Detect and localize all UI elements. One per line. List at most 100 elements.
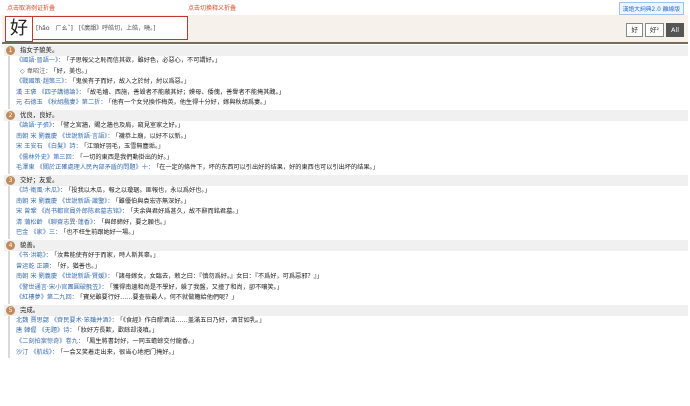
example-source[interactable]: 《戰國策·趙策三》： xyxy=(16,78,71,85)
example-line: 元 石德玉 《秋胡戲妻》第二折： 「他有一个女兒換作梅英，他生得十分好，嫁與秋胡爲… xyxy=(8,98,688,109)
example-source[interactable]: ◇ 韋昭注： xyxy=(20,68,51,75)
example-line: 《儒林外史》第三回： 「一切的東西是我們動掛出的好。」 xyxy=(8,152,688,164)
example-quote: 「一会又笑着走出来，很当心地把门掩好。」 xyxy=(60,348,178,356)
example-quote: 「他有一个女兒換作梅英，他生得十分好，嫁與秋胡爲妻。」 xyxy=(108,99,270,107)
dictionary-version-link[interactable]: 漢語大詞典2.0 離線版 xyxy=(618,2,684,15)
example-source[interactable]: 南朝 宋 劉義慶 《世說新語·識鑒》： xyxy=(16,198,114,205)
example-quote: 「諸母嫁女，女臨去，敕之曰：『慎勿爲好。』女曰：『不爲好，可爲惡邪？』」 xyxy=(115,273,323,281)
example-line: 《國語·晉語一》： 「子思報父之恥而信其欲，雖好色，必惡心，不可謂好。」 xyxy=(8,56,688,67)
sense-definition: 完成。 xyxy=(20,305,40,314)
example-source[interactable]: 毛澤東 《關於正確處理人民內部矛盾的問題》十： xyxy=(16,164,154,171)
example-source[interactable]: 漢 王褒 《四子講德論》： xyxy=(16,89,85,96)
example-source[interactable]: 《國語·晉語一》： xyxy=(16,57,64,64)
sense-definition: 优良，良好。 xyxy=(20,110,59,119)
example-line: 毛澤東 《關於正確處理人民內部矛盾的問題》十： 「在一定的條件下，坏的东西可以引出… xyxy=(8,163,688,174)
example-line: ◇ 韋昭注： 「好，美也。」 xyxy=(8,66,688,78)
example-line: 《二刻拍案惊奇》卷九： 「鳳生將書封好，一同玉蟾蜍交付龍香。」 xyxy=(8,337,688,348)
sense-definition: 指女子貌美。 xyxy=(20,46,59,54)
example-quote: 「鬼侯有子而好，故入之於紂，紂以爲惡。」 xyxy=(72,78,191,86)
example-source[interactable]: 沙汀 《航线》： xyxy=(16,349,58,356)
example-source[interactable]: 清 蒲松齡 《聊齋志異·蓮香》： xyxy=(16,219,99,226)
top-bar: 点击取消例证折叠 点击切换释义折叠 漢語大詞典2.0 離線版 xyxy=(0,0,690,15)
sense-number-badge: 3 xyxy=(6,175,15,185)
example-source[interactable]: 《二刻拍案惊奇》卷九： xyxy=(16,338,84,345)
example-quote: 「夫余與君好爲甚久，故不辭而銘君墓。」 xyxy=(130,208,242,216)
entry-header: 好 [hǎo ㄏㄠˇ] [《廣韻》呼皓切，上皓，曉。] 好 好² All xyxy=(2,15,688,44)
senses-list: 1 指女子貌美。 《國語·晉語一》： 「子思報父之恥而信其欲，雖好色，必惡心，不可謂好… xyxy=(4,44,688,359)
sense-heading[interactable]: 1 指女子貌美。 xyxy=(4,45,688,56)
example-line: 《詩·衛風·木瓜》： 「投我以木瓜，報之以瓊琚。匪報也，永以爲好也。」 xyxy=(8,185,688,197)
mode-button-all[interactable]: All xyxy=(665,23,684,37)
toggle-definitions-hint[interactable]: 点击切换释义折叠 xyxy=(188,3,236,12)
example-quote: 「投我以木瓜，報之以瓊琚。匪報也，永以爲好也。」 xyxy=(68,186,211,194)
example-quote: 「故毛嬙、西施，善毀者不能蔽其好；嫫母、倭傀，善譽者不能掩其醜。」 xyxy=(86,88,285,96)
example-line: 《論語·子張》： 「譬之宮牆，賜之牆也及肩，窺見室家之好。」 xyxy=(8,120,688,132)
example-quote: 「好，美也。」 xyxy=(53,67,91,75)
example-line: 漢 王褒 《四子講德論》： 「故毛嬙、西施，善毀者不能蔽其好；嫫母、倭傀，善譽者不… xyxy=(8,87,688,99)
example-source[interactable]: 宋 王安石 《白髮》詩： xyxy=(16,143,82,150)
example-line: 南朝 宋 劉義慶 《世說新語·識鑒》： 「雖優伯與袁宏亦無深好。」 xyxy=(8,196,688,208)
example-quote: 「鳳生將書封好，一同玉蟾蜍交付龍香。」 xyxy=(86,338,198,346)
example-line: 北魏 賈思勰 《齊民要术·笨麯并酒》： 「《食經》作白醪酒法……盖滿五日乃好，酒甘… xyxy=(8,315,688,327)
rhyme-source: [《廣韻》呼皓切，上皓，曉。] xyxy=(78,25,156,32)
example-source[interactable]: 曾运乾 正讀： xyxy=(16,263,55,270)
mode-buttons: 好 好² All xyxy=(626,23,684,37)
example-source[interactable]: 元 石德玉 《秋胡戲妻》第二折： xyxy=(16,99,107,106)
toggle-examples-hint[interactable]: 点击取消例证折叠 xyxy=(7,3,55,12)
example-quote: 「妝好方長歎，歡餘却淺嗔。」 xyxy=(77,327,159,335)
example-source[interactable]: 《紅樓夢》第二九回： xyxy=(16,294,78,301)
mode-button-hao2[interactable]: 好² xyxy=(644,23,664,37)
example-quote: 「汝弗能使有好于而家，時人斯其辜。」 xyxy=(54,251,160,259)
example-quote: 「江頭好羽毛，玉雪無塵垢。」 xyxy=(83,143,165,151)
example-line: 巴金 《家》三： 「也不枉生前跟她好一場。」 xyxy=(8,228,688,239)
sense-number-badge: 4 xyxy=(6,240,15,250)
sense-definition: 交好；友爱。 xyxy=(20,175,59,184)
example-source[interactable]: 《书·洪範》： xyxy=(16,252,52,259)
example-line: 沙汀 《航线》： 「一会又笑着走出来，很当心地把门掩好。」 xyxy=(8,347,688,359)
example-line: 曾运乾 正讀： 「好，猶善也。」 xyxy=(8,261,688,273)
example-source[interactable]: 北魏 賈思勰 《齊民要术·笨麯并酒》： xyxy=(16,317,118,324)
sense-definition: 貌善。 xyxy=(20,240,40,249)
example-quote: 「在一定的條件下，坏的东西可以引出好的结果，好的東西也可以引出坏的结果。」 xyxy=(156,164,379,172)
pinyin-text: [hǎo ㄏㄠˇ] xyxy=(36,25,73,32)
example-line: 《紅樓夢》第二九回： 「寶兒雖要行好……要查檢最人，何不就做籬給他們呢？」 xyxy=(8,293,688,304)
example-line: 宋 曾鞏 《尚书都官員外郎陈君墓志铭》： 「夫余與君好爲甚久，故不辭而銘君墓。」 xyxy=(8,207,688,218)
example-line: 唐 韓偓 《无題》诗： 「妝好方長歎，歡餘却淺嗔。」 xyxy=(8,326,688,338)
example-quote: 「子思報父之恥而信其欲，雖好色，必惡心，不可謂好。」 xyxy=(66,57,222,64)
example-quote: 「《食經》作白醪酒法……盖滿五日乃好，酒甘如乳。」 xyxy=(119,316,266,324)
example-source[interactable]: 《論語·子張》： xyxy=(16,122,58,129)
example-source[interactable]: 《儒林外史》第三回： xyxy=(16,154,78,161)
sense-number-badge: 2 xyxy=(6,110,15,120)
mode-button-hao1[interactable]: 好 xyxy=(626,23,643,37)
example-source[interactable]: 宋 曾鞏 《尚书都官員外郎陈君墓志铭》： xyxy=(16,208,128,215)
sense-heading[interactable]: 4 貌善。 xyxy=(4,239,688,251)
headword: 好 xyxy=(5,16,33,42)
example-source[interactable]: 《詩·衛風·木瓜》： xyxy=(16,187,66,194)
example-source[interactable]: 唐 韓偓 《无題》诗： xyxy=(16,327,76,334)
example-line: 宋 王安石 《白髮》詩： 「江頭好羽毛，玉雪無塵垢。」 xyxy=(8,142,688,153)
example-quote: 「譬之宮牆，賜之牆也及肩，窺見室家之好。」 xyxy=(60,121,184,129)
example-quote: 「雖優伯與袁宏亦無深好。」 xyxy=(115,197,190,205)
example-quote: 「也不枉生前跟她好一場。」 xyxy=(63,229,138,237)
example-source[interactable]: 南朝 宋 劉義慶 《世說新語·言語》： xyxy=(16,133,114,140)
example-quote: 「寶兒雖要行好……要查檢最人，何不就做籬給他們呢？」 xyxy=(79,294,238,302)
example-line: 《戰國策·趙策三》： 「鬼侯有子而好，故入之於紂，紂以爲惡。」 xyxy=(8,77,688,88)
example-source[interactable]: 南朝 宋 劉義慶 《世說新語·賢媛》： xyxy=(16,273,114,280)
example-line: 南朝 宋 劉義慶 《世說新語·言語》： 「襪恭上廟，以好不以新。」 xyxy=(8,131,688,143)
example-quote: 「獲得南邊和尚是不學好，躲了我盤，又撞了和尚，卻不嚷笑。」 xyxy=(109,283,283,291)
example-quote: 「好，猶善也。」 xyxy=(57,262,101,270)
example-line: 南朝 宋 劉義慶 《世說新語·賢媛》： 「諸母嫁女，女臨去，敕之曰：『慎勿爲好。』… xyxy=(8,272,688,283)
example-source[interactable]: 巴金 《家》三： xyxy=(16,229,61,236)
sense-heading[interactable]: 3 交好；友爱。 xyxy=(4,174,688,186)
sense-heading[interactable]: 2 优良，良好。 xyxy=(4,109,688,121)
example-quote: 「一切的東西是我們動掛出的好。」 xyxy=(79,153,173,161)
example-quote: 「襪恭上廟，以好不以新。」 xyxy=(115,132,190,140)
pronunciation: [hǎo ㄏㄠˇ] [《廣韻》呼皓切，上皓，曉。] xyxy=(32,16,188,40)
sense-heading[interactable]: 5 完成。 xyxy=(4,304,688,316)
example-line: 清 蒲松齡 《聊齋志異·蓮香》： 「與郎締好，要之願也。」 xyxy=(8,217,688,229)
example-line: 《书·洪範》： 「汝弗能使有好于而家，時人斯其辜。」 xyxy=(8,250,688,262)
sense-number-badge: 5 xyxy=(6,305,15,315)
example-source[interactable]: 《警世通言·宋小官團圓破氈笠》： xyxy=(16,284,108,291)
example-line: 《警世通言·宋小官團圓破氈笠》： 「獲得南邊和尚是不學好，躲了我盤，又撞了和尚，卻… xyxy=(8,282,688,294)
example-quote: 「與郎締好，要之願也。」 xyxy=(101,218,170,226)
